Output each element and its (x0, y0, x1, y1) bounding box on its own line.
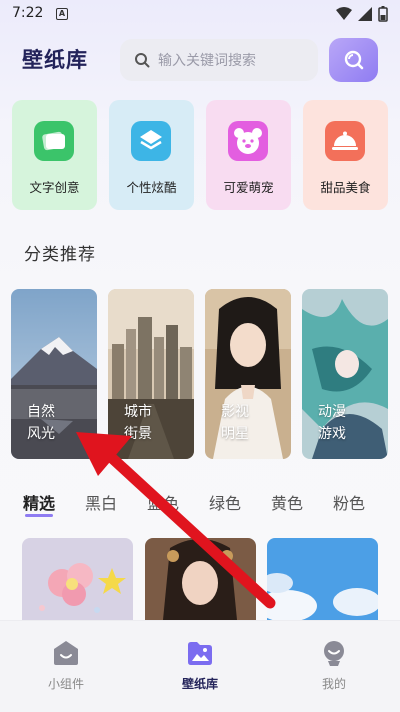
category-label: 个性炫酷 (126, 180, 177, 195)
tab-blue[interactable]: 蓝色 (147, 490, 179, 514)
section-title: 分类推荐 (24, 245, 96, 265)
recommend-card-text: 自然 风光 (27, 404, 55, 442)
tab-green[interactable]: 绿色 (209, 490, 241, 514)
nav-label: 我的 (321, 677, 346, 691)
nav-profile[interactable]: 我的 (289, 639, 379, 692)
food-cloche-icon (325, 121, 365, 161)
recommend-card-city[interactable]: 城市 街景 (108, 289, 194, 459)
search-icon (135, 53, 150, 68)
search-input[interactable]: 输入关键词搜索 (120, 39, 318, 81)
nav-label: 小组件 (47, 677, 84, 691)
battery-icon (378, 6, 388, 22)
text-card-icon (34, 121, 74, 161)
search-placeholder: 输入关键词搜索 (158, 53, 256, 69)
bottom-nav: 小组件 壁纸库 我的 (0, 620, 400, 712)
active-tab-indicator (25, 514, 53, 517)
widget-face-icon (54, 641, 78, 665)
app-logo: 壁纸库 (22, 48, 88, 72)
tab-featured[interactable]: 精选 (23, 490, 55, 514)
recommend-card-anime[interactable]: 动漫 游戏 (302, 289, 388, 459)
wallpaper-thumb[interactable] (22, 538, 133, 620)
recommend-card-nature[interactable]: 自然 风光 (11, 289, 97, 459)
status-icons (336, 6, 388, 22)
recommend-card-film[interactable]: 影视 明星 (205, 289, 291, 459)
category-cool[interactable]: 个性炫酷 (109, 100, 194, 210)
nav-label: 壁纸库 (181, 677, 218, 691)
sky-wallpaper (267, 538, 378, 620)
portrait-wallpaper (145, 538, 256, 620)
tab-black-white[interactable]: 黑白 (85, 490, 117, 514)
status-time: 7:22 (12, 5, 44, 21)
wallpaper-thumb[interactable] (267, 538, 378, 620)
category-label: 文字创意 (29, 180, 80, 195)
bear-icon (228, 121, 268, 161)
recommend-card-text: 动漫 游戏 (318, 404, 346, 442)
recommend-card-text: 城市 街景 (124, 404, 152, 442)
flower-wallpaper (22, 538, 133, 620)
tab-pink[interactable]: 粉色 (333, 490, 365, 514)
category-cute-pets[interactable]: 可爱萌宠 (206, 100, 291, 210)
search-icon (344, 50, 363, 70)
category-label: 甜品美食 (320, 180, 371, 195)
notification-a-icon: A (56, 8, 68, 20)
category-label: 可爱萌宠 (223, 180, 274, 195)
layers-icon (131, 121, 171, 161)
category-text-creative[interactable]: 文字创意 (12, 100, 97, 210)
nav-widgets[interactable]: 小组件 (21, 639, 111, 692)
nav-wallpapers[interactable]: 壁纸库 (155, 639, 245, 692)
status-bar: 7:22 A (0, 0, 400, 28)
color-tabs: 精选 黑白 蓝色 绿色 黄色 粉色 (0, 490, 400, 520)
category-desserts[interactable]: 甜品美食 (303, 100, 388, 210)
recommend-card-text: 影视 明星 (221, 404, 249, 442)
category-tiles: 文字创意 个性炫酷 可爱萌宠 甜品美食 (12, 100, 388, 210)
profile-icon (324, 641, 344, 666)
search-button[interactable] (329, 38, 378, 82)
image-folder-icon (188, 642, 212, 665)
signal-icon (358, 7, 372, 21)
wifi-icon (336, 7, 352, 20)
tab-yellow[interactable]: 黄色 (271, 490, 303, 514)
wallpaper-thumb[interactable] (145, 538, 256, 620)
